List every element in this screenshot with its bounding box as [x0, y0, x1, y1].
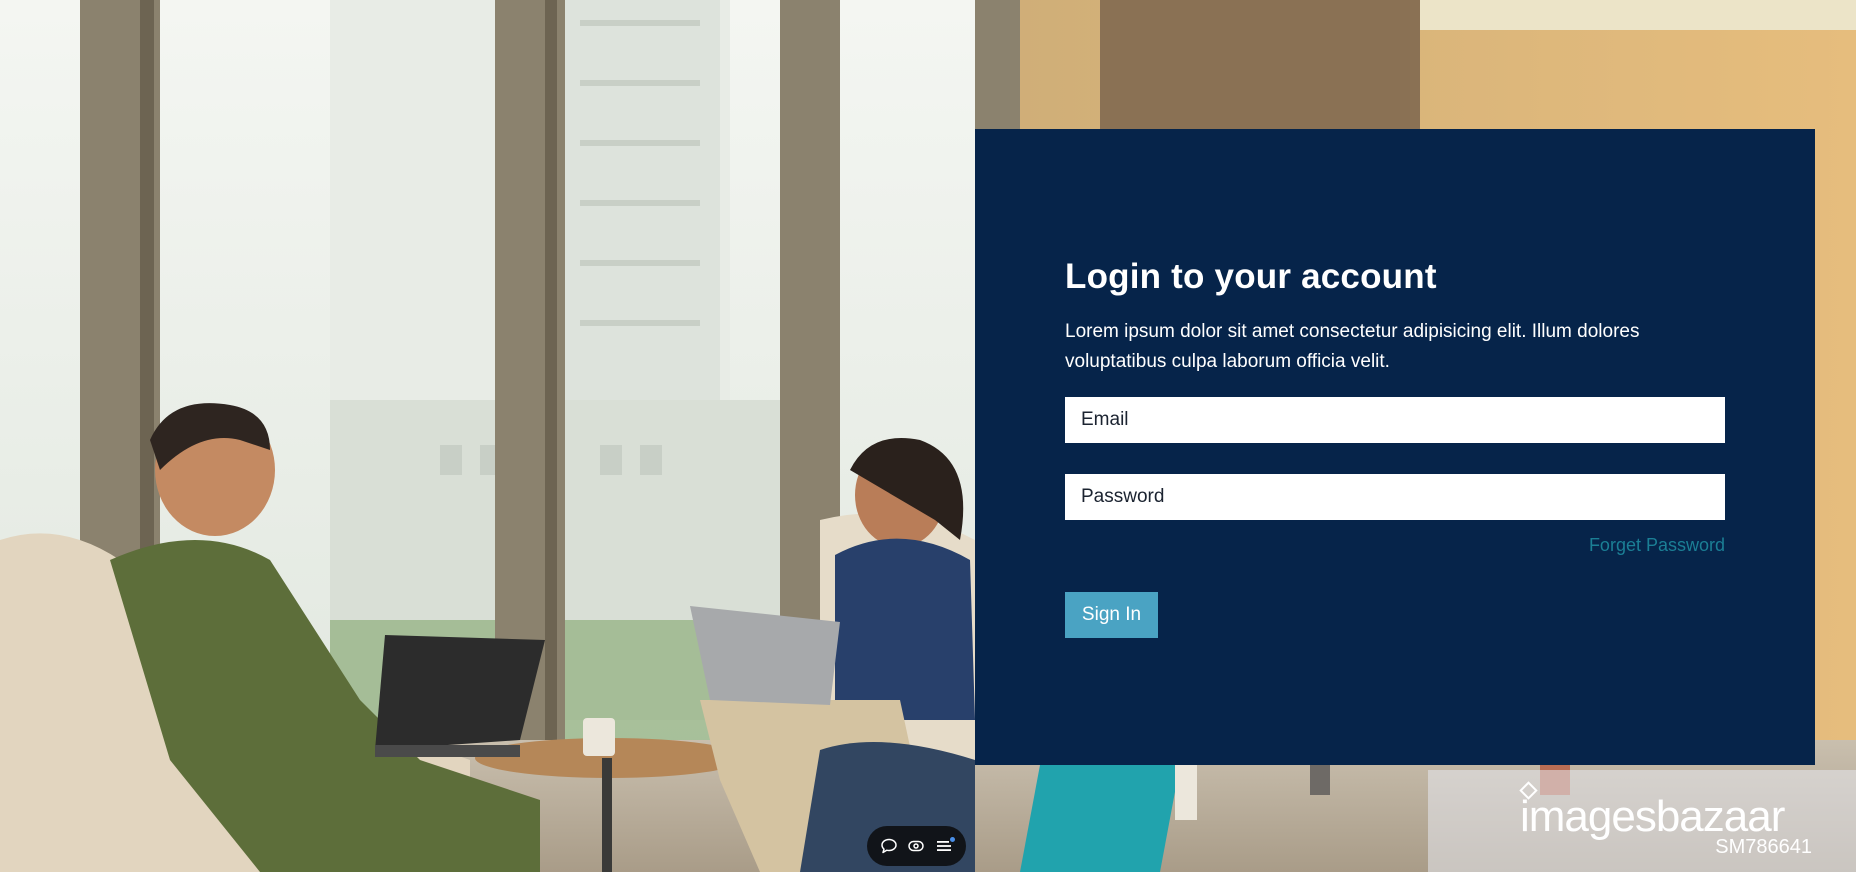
watermark: imagesbazaar SM786641	[1428, 770, 1856, 872]
view-button[interactable]	[904, 834, 928, 858]
eye-icon	[908, 840, 925, 852]
comment-icon	[881, 838, 897, 854]
password-field[interactable]	[1065, 474, 1725, 520]
login-form: Login to your account Lorem ipsum dolor …	[1065, 255, 1725, 638]
login-description: Lorem ipsum dolor sit amet consectetur a…	[1065, 321, 1640, 372]
email-field[interactable]	[1065, 397, 1725, 443]
comment-button[interactable]	[877, 834, 901, 858]
watermark-brand: imagesbazaar	[1520, 792, 1785, 841]
page: Login to your account Lorem ipsum dolor …	[0, 0, 1856, 872]
notification-dot	[950, 837, 956, 842]
login-title: Login to your account	[1065, 257, 1437, 296]
sign-in-button[interactable]: Sign In	[1065, 592, 1158, 638]
floating-toolbar	[867, 826, 966, 866]
login-card: Login to your account Lorem ipsum dolor …	[975, 129, 1815, 765]
menu-button[interactable]	[932, 834, 956, 858]
forget-password-row: Forget Password	[1065, 535, 1725, 559]
forget-password-link[interactable]: Forget Password	[1589, 535, 1725, 555]
watermark-code: SM786641	[1715, 836, 1812, 858]
